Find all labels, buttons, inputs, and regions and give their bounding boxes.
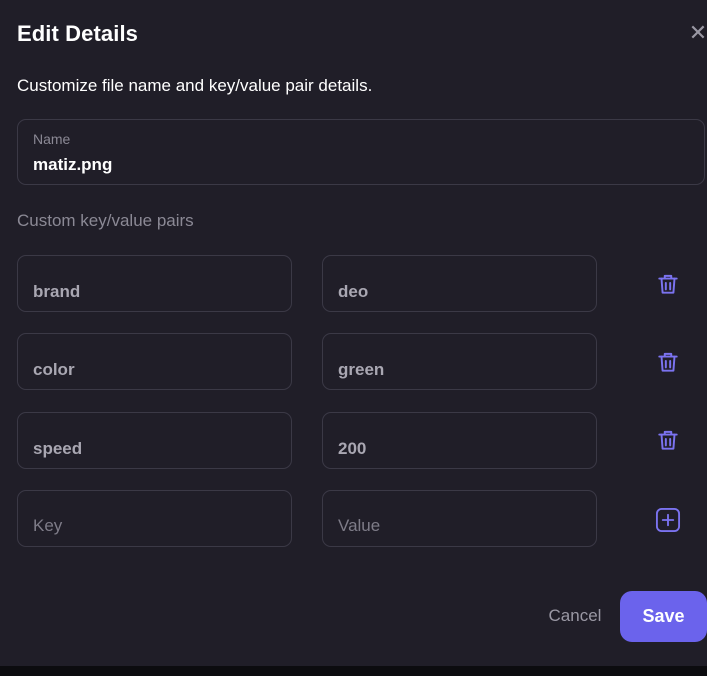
key-field[interactable]: color [17,333,292,390]
dialog-subtitle: Customize file name and key/value pair d… [17,76,373,95]
close-button[interactable]: ✕ [688,22,707,44]
delete-pair-button[interactable] [655,271,681,297]
value-field-value[interactable]: green [338,360,384,380]
trash-icon [658,352,678,372]
dialog-title: Edit Details [17,21,139,46]
custom-pairs-label: Custom key/value pairs [17,211,194,230]
delete-pair-button[interactable] [655,427,681,453]
name-field-value[interactable]: matiz.png [33,155,112,175]
value-field-value[interactable]: deo [338,282,368,302]
value-field[interactable]: deo [322,255,597,312]
name-field-label: Name [33,131,71,147]
new-value-input[interactable]: Value [322,490,597,547]
plus-square-icon [655,507,681,533]
new-value-placeholder: Value [338,516,381,535]
key-field[interactable]: brand [17,255,292,312]
trash-icon [658,430,678,450]
trash-icon [658,274,678,294]
add-pair-button[interactable] [654,506,681,533]
name-field[interactable]: Name matiz.png [17,119,705,185]
close-icon: ✕ [688,20,707,45]
value-field-value[interactable]: 200 [338,439,366,459]
value-field[interactable]: 200 [322,412,597,469]
edit-details-dialog: Edit Details ✕ Customize file name and k… [0,0,707,666]
cancel-button[interactable]: Cancel [540,596,610,636]
key-field[interactable]: speed [17,412,292,469]
new-key-input[interactable]: Key [17,490,292,547]
new-key-placeholder: Key [33,516,63,535]
key-field-value[interactable]: brand [33,282,80,302]
key-field-value[interactable]: color [33,360,75,380]
delete-pair-button[interactable] [655,349,681,375]
value-field[interactable]: green [322,333,597,390]
key-field-value[interactable]: speed [33,439,82,459]
save-button[interactable]: Save [620,591,707,642]
